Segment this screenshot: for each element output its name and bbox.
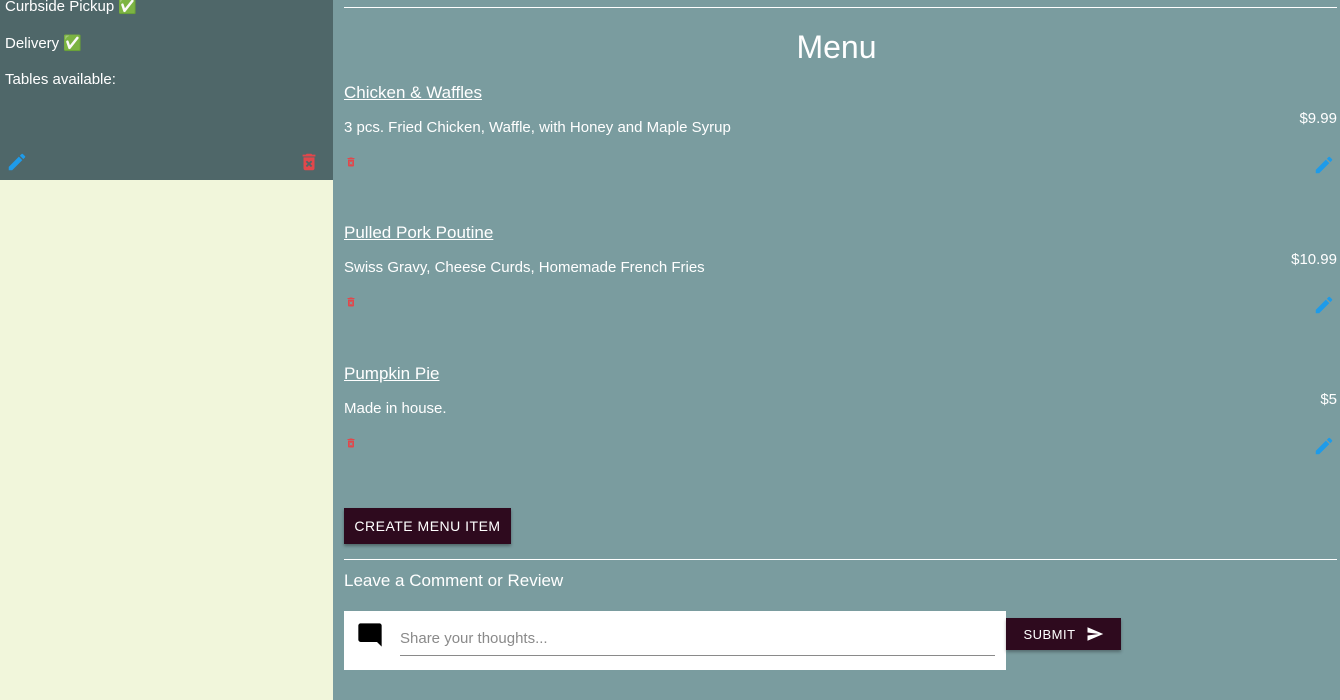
restaurant-info-card: Curbside Pickup ✅ Delivery ✅ Tables avai… — [0, 0, 333, 180]
menu-item-name[interactable]: Pulled Pork Poutine — [344, 223, 493, 243]
comments-divider — [344, 559, 1337, 560]
submit-comment-button[interactable]: SUBMIT — [1006, 618, 1121, 650]
menu-item-price: $9.99 — [1299, 110, 1337, 127]
sidebar: Curbside Pickup ✅ Delivery ✅ Tables avai… — [0, 0, 333, 700]
tables-available-label: Tables available: — [5, 71, 116, 88]
delete-menu-item-button[interactable] — [345, 295, 357, 307]
comment-form — [344, 611, 1006, 670]
menu-item-name[interactable]: Chicken & Waffles — [344, 83, 482, 103]
comment-icon — [358, 623, 382, 647]
main-content: Menu Chicken & Waffles 3 pcs. Fried Chic… — [333, 0, 1340, 700]
top-divider — [344, 7, 1337, 8]
menu-item-description: 3 pcs. Fried Chicken, Waffle, with Honey… — [344, 119, 731, 136]
pencil-icon — [8, 153, 26, 171]
menu-item-price: $5 — [1320, 391, 1337, 408]
edit-menu-item-button[interactable] — [1313, 154, 1335, 176]
send-icon — [1087, 627, 1103, 641]
delete-restaurant-button[interactable] — [298, 151, 320, 173]
menu-item-name[interactable]: Pumpkin Pie — [344, 364, 439, 384]
edit-menu-item-button[interactable] — [1313, 294, 1335, 316]
menu-item-description: Swiss Gravy, Cheese Curds, Homemade Fren… — [344, 259, 705, 276]
comments-heading: Leave a Comment or Review — [344, 571, 564, 590]
menu-title: Menu — [796, 29, 877, 65]
comment-input[interactable] — [400, 621, 995, 656]
submit-button-label: SUBMIT — [1023, 626, 1076, 642]
delete-menu-item-button[interactable] — [345, 155, 357, 167]
pencil-icon — [1315, 296, 1333, 314]
delivery-status: Delivery ✅ — [5, 35, 83, 52]
pencil-icon — [1315, 437, 1333, 455]
create-menu-item-button[interactable]: CREATE MENU ITEM — [344, 508, 511, 544]
pencil-icon — [1315, 156, 1333, 174]
menu-item-description: Made in house. — [344, 400, 447, 417]
trash-icon — [347, 297, 355, 307]
trash-icon — [347, 157, 355, 167]
trash-icon — [302, 153, 316, 171]
trash-icon — [347, 438, 355, 448]
menu-item-price: $10.99 — [1291, 251, 1337, 268]
edit-menu-item-button[interactable] — [1313, 435, 1335, 457]
edit-restaurant-button[interactable] — [6, 151, 28, 173]
delete-menu-item-button[interactable] — [345, 436, 357, 448]
curbside-pickup-status: Curbside Pickup ✅ — [5, 0, 138, 15]
